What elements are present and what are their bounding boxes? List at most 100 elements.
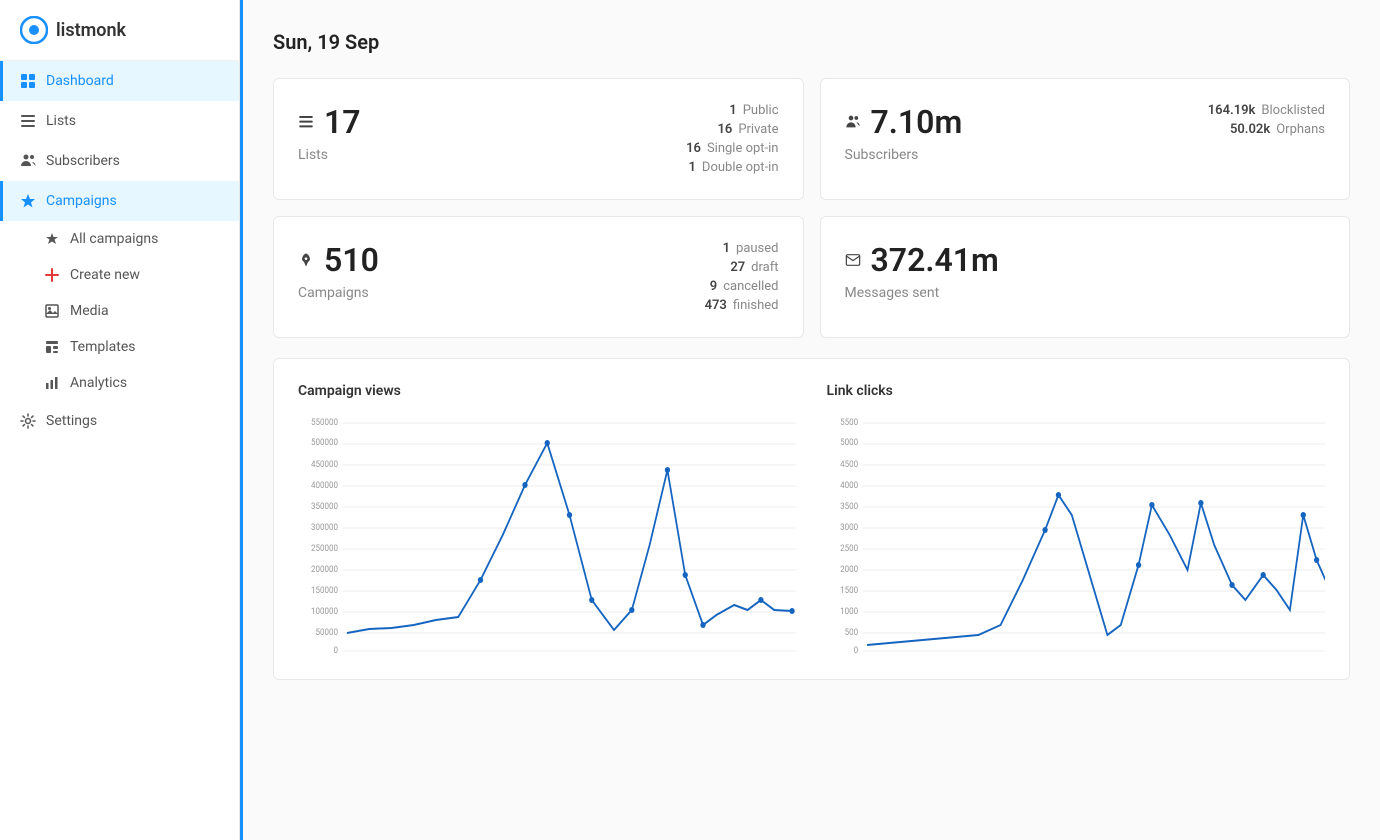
media-icon <box>44 303 60 319</box>
chart-dot <box>1198 500 1203 506</box>
chart-svg-views: 550000 500000 450000 400000 350000 30000… <box>298 415 797 655</box>
stats-grid: 17 Lists 1 Public 16 Private 16 Single o… <box>273 78 1350 338</box>
chart-dot <box>478 577 483 583</box>
stat-detail-num: 1 <box>723 241 730 256</box>
sidebar-item-analytics[interactable]: Analytics <box>0 365 239 401</box>
svg-text:50000: 50000 <box>316 628 339 639</box>
chart-title-views: Campaign views <box>298 383 797 399</box>
svg-text:1000: 1000 <box>840 607 858 618</box>
svg-text:300000: 300000 <box>311 523 338 534</box>
analytics-icon <box>44 375 60 391</box>
chart-dot <box>665 467 670 473</box>
stat-number-row-messages: 372.41m <box>845 241 999 279</box>
stat-detail-num: 473 <box>705 298 727 313</box>
sidebar-item-label: Templates <box>70 339 136 355</box>
svg-text:4500: 4500 <box>840 460 858 471</box>
templates-icon <box>44 339 60 355</box>
stat-detail-num: 16 <box>717 122 732 137</box>
stat-detail-row: 1 Double opt-in <box>688 160 778 175</box>
chart-dot <box>1055 492 1060 498</box>
svg-text:150000: 150000 <box>311 586 338 597</box>
stat-detail-row: 16 Private <box>717 122 778 137</box>
svg-text:550000: 550000 <box>311 418 338 429</box>
stat-main-subscribers: 7.10m Subscribers <box>845 103 963 163</box>
stat-detail-num: 9 <box>710 279 717 294</box>
svg-text:2500: 2500 <box>840 544 858 555</box>
stat-detail-num: 27 <box>730 260 745 275</box>
stat-main-messages: 372.41m Messages sent <box>845 241 999 301</box>
sidebar-item-label: Settings <box>46 413 97 429</box>
sidebar-item-templates[interactable]: Templates <box>0 329 239 365</box>
campaigns-icon <box>20 193 36 209</box>
stat-number-subscribers: 7.10m <box>871 103 963 141</box>
sidebar-item-campaigns[interactable]: Campaigns <box>0 181 239 221</box>
list-stat-icon <box>298 114 314 130</box>
list-icon <box>20 113 36 129</box>
stats-card-campaigns: 510 Campaigns 1 paused 27 draft 9 cancel… <box>273 216 804 338</box>
stat-detail-num: 1 <box>729 103 736 118</box>
chart-dot <box>545 440 550 446</box>
chart-container-clicks: 5500 5000 4500 4000 3500 3000 2500 2000 … <box>827 415 1326 655</box>
stat-detail-text: Private <box>738 122 778 137</box>
stat-detail-num: 1 <box>688 160 695 175</box>
people-icon <box>20 153 36 169</box>
logo-text: listmonk <box>56 20 126 41</box>
logo: listmonk <box>0 0 239 61</box>
logo-icon <box>20 16 48 44</box>
sidebar-item-create-new[interactable]: Create new <box>0 257 239 293</box>
svg-text:3000: 3000 <box>840 523 858 534</box>
stat-detail-num: 164.19k <box>1208 103 1256 118</box>
chart-dot <box>1042 527 1047 533</box>
sidebar-item-label: Create new <box>70 267 140 283</box>
stats-card-lists: 17 Lists 1 Public 16 Private 16 Single o… <box>273 78 804 200</box>
stat-detail-text: Single opt-in <box>707 141 779 156</box>
stat-details-campaigns: 1 paused 27 draft 9 cancelled 473 finish… <box>705 241 779 313</box>
sidebar-item-media[interactable]: Media <box>0 293 239 329</box>
campaign-views-chart: Campaign views 550000 500000 450000 4000… <box>298 383 797 655</box>
chart-dot <box>1135 562 1140 568</box>
svg-text:3500: 3500 <box>840 502 858 513</box>
plus-icon <box>44 267 60 283</box>
svg-text:0: 0 <box>334 646 339 655</box>
chart-container-views: 550000 500000 450000 400000 350000 30000… <box>298 415 797 655</box>
allcampaigns-icon <box>44 231 60 247</box>
stat-detail-text: Double opt-in <box>702 160 779 175</box>
sidebar-item-dashboard[interactable]: Dashboard <box>0 61 239 101</box>
mail-stat-icon <box>845 252 861 268</box>
people-stat-icon <box>845 114 861 130</box>
stat-number-row-campaigns: 510 <box>298 241 379 279</box>
stat-detail-text: Public <box>743 103 779 118</box>
sidebar-item-all-campaigns[interactable]: All campaigns <box>0 221 239 257</box>
stat-details-subscribers: 164.19k Blocklisted 50.02k Orphans <box>1208 103 1325 137</box>
stat-number-row-subscribers: 7.10m <box>845 103 963 141</box>
svg-text:5500: 5500 <box>840 418 858 429</box>
link-clicks-chart: Link clicks 5500 5000 4500 4000 3500 300… <box>827 383 1326 655</box>
chart-dot <box>1260 572 1265 578</box>
views-line <box>347 443 792 633</box>
sidebar-item-label: Media <box>70 303 109 319</box>
chart-dot <box>567 512 572 518</box>
settings-icon <box>20 413 36 429</box>
sidebar-item-settings[interactable]: Settings <box>0 401 239 441</box>
stat-detail-text: finished <box>733 298 779 313</box>
svg-text:250000: 250000 <box>311 544 338 555</box>
stat-label-lists: Lists <box>298 147 361 163</box>
stat-detail-row: 164.19k Blocklisted <box>1208 103 1325 118</box>
svg-text:400000: 400000 <box>311 481 338 492</box>
chart-dot <box>589 597 594 603</box>
svg-text:200000: 200000 <box>311 565 338 576</box>
stat-label-campaigns: Campaigns <box>298 285 379 301</box>
stat-detail-row: 1 paused <box>723 241 779 256</box>
svg-text:5000: 5000 <box>840 438 858 449</box>
svg-text:100000: 100000 <box>311 607 338 618</box>
stat-detail-row: 9 cancelled <box>710 279 779 294</box>
svg-text:4000: 4000 <box>840 481 858 492</box>
stat-details-lists: 1 Public 16 Private 16 Single opt-in 1 D… <box>686 103 778 175</box>
sidebar-item-lists[interactable]: Lists <box>0 101 239 141</box>
chart-dot <box>758 597 763 603</box>
chart-svg-clicks: 5500 5000 4500 4000 3500 3000 2500 2000 … <box>827 415 1326 655</box>
stat-main-campaigns: 510 Campaigns <box>298 241 379 301</box>
stat-number-messages: 372.41m <box>871 241 999 279</box>
sidebar-item-subscribers[interactable]: Subscribers <box>0 141 239 181</box>
sidebar-item-label: Dashboard <box>46 73 114 89</box>
